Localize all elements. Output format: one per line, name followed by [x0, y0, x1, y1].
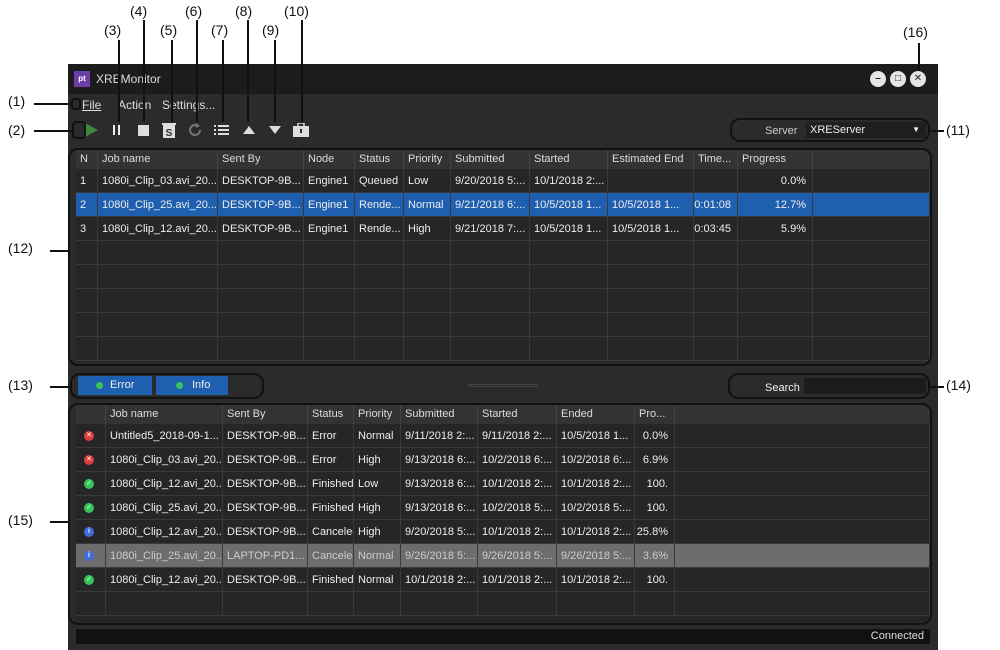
leader-14: [930, 386, 944, 388]
menu-file[interactable]: File: [82, 98, 101, 112]
callout-7: (7): [211, 22, 229, 38]
minimize-icon[interactable]: –: [870, 71, 886, 87]
ring-job-queue: [68, 148, 932, 366]
ring-search: [728, 373, 930, 399]
pause-icon[interactable]: [108, 121, 126, 139]
svg-text:S: S: [166, 128, 173, 138]
move-down-icon[interactable]: [266, 121, 284, 139]
menu-action[interactable]: Action: [118, 98, 151, 112]
leader-6: [196, 20, 198, 122]
leader-12: [50, 250, 68, 252]
leader-4: [143, 20, 145, 122]
ring-tabs: [70, 373, 264, 399]
menu-file-label: File: [82, 98, 102, 112]
callout-14: (14): [946, 377, 971, 393]
ring-server: [730, 118, 930, 142]
callout-1: (1): [8, 93, 26, 109]
delete-job-icon[interactable]: S: [160, 121, 178, 139]
leader-16: [918, 43, 920, 71]
callout-6: (6): [185, 3, 203, 19]
app-logo: pt: [74, 71, 90, 87]
panel-splitter[interactable]: [468, 384, 538, 387]
callout-15: (15): [8, 512, 33, 528]
leader-8: [247, 20, 249, 122]
title-bar: pt XREMonitor – □ ✕: [68, 64, 938, 94]
callout-12: (12): [8, 240, 33, 256]
leader-1: [34, 103, 72, 105]
callout-10: (10): [284, 3, 309, 19]
ring-play: [72, 121, 86, 139]
leader-13: [50, 386, 70, 388]
callout-13: (13): [8, 377, 33, 393]
list-icon[interactable]: [212, 121, 230, 139]
callout-4: (4): [130, 3, 148, 19]
leader-15: [50, 521, 68, 523]
callout-16: (16): [903, 24, 928, 40]
ring-job-history: [68, 403, 932, 625]
callout-11: (11): [946, 122, 970, 138]
refresh-icon[interactable]: [186, 121, 204, 139]
menu-bar: File Action Settings...: [68, 94, 938, 116]
leader-11: [930, 130, 944, 132]
maximize-icon[interactable]: □: [890, 71, 906, 87]
callout-8: (8): [235, 3, 253, 19]
stop-icon[interactable]: [134, 121, 152, 139]
leader-3: [118, 40, 120, 122]
callout-9: (9): [262, 22, 280, 38]
leader-5: [171, 40, 173, 122]
menu-settings[interactable]: Settings...: [162, 98, 215, 112]
status-bar: Connected: [76, 629, 930, 644]
leader-2: [34, 130, 72, 132]
toolbox-icon[interactable]: [292, 121, 310, 139]
close-icon[interactable]: ✕: [910, 71, 926, 87]
callout-2: (2): [8, 122, 26, 138]
callout-5: (5): [160, 22, 178, 38]
leader-10: [301, 20, 303, 122]
leader-9: [274, 40, 276, 122]
callout-3: (3): [104, 22, 122, 38]
move-up-icon[interactable]: [240, 121, 258, 139]
leader-7: [222, 40, 224, 122]
window-title: XREMonitor: [96, 72, 161, 86]
ring-menu: [71, 98, 81, 110]
connection-status: Connected: [870, 630, 924, 642]
